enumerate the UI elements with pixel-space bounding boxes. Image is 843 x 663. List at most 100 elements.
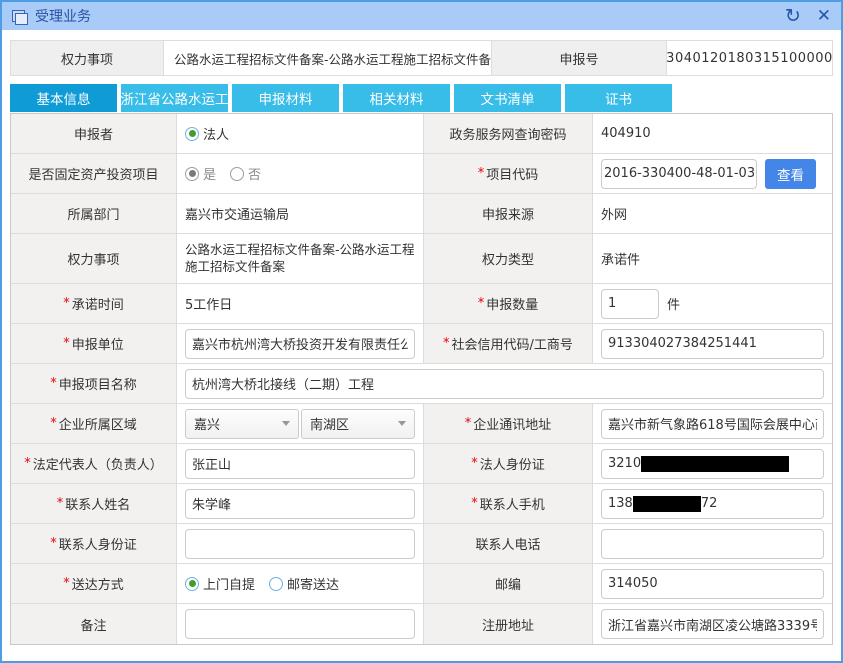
- redaction-block: [633, 496, 701, 512]
- form-row-authority-item: 权力事项 公路水运工程招标文件备案-公路水运工程施工招标文件备案 权力类型 承诺…: [11, 234, 832, 284]
- tab-related-materials[interactable]: 相关材料: [343, 84, 450, 112]
- required-asterisk: *: [57, 496, 64, 511]
- project-name-label: *申报项目名称: [11, 364, 177, 404]
- tab-document-list[interactable]: 文书清单: [454, 84, 561, 112]
- contact-mobile-prefix: 138: [608, 496, 633, 511]
- form-row-delivery: *送达方式 上门自提 邮寄送达 邮编: [11, 564, 832, 604]
- fixed-asset-radio-no[interactable]: 否: [230, 164, 261, 183]
- registered-address-input[interactable]: [601, 609, 824, 639]
- tab-zhejiang-highway-water[interactable]: 浙江省公路水运工: [121, 84, 228, 112]
- required-asterisk: *: [465, 416, 472, 431]
- contact-id-input[interactable]: [185, 529, 415, 559]
- delivery-radio-mail[interactable]: 邮寄送达: [269, 574, 339, 593]
- company-address-input[interactable]: [601, 409, 824, 439]
- form-row-contact-name: *联系人姓名 *联系人手机 138 72: [11, 484, 832, 524]
- basic-info-form: 申报者 法人 政务服务网查询密码 404910 是否固定资产投资项目: [10, 113, 833, 645]
- delivery-mail-label: 邮寄送达: [287, 574, 339, 593]
- contact-mobile-suffix: 72: [701, 496, 718, 511]
- contact-name-label: *联系人姓名: [11, 484, 177, 524]
- required-asterisk: *: [63, 296, 70, 311]
- contact-phone-label: 联系人电话: [424, 524, 593, 564]
- required-asterisk: *: [478, 296, 485, 311]
- department-value: 嘉兴市交通运输局: [177, 194, 424, 234]
- region-district-value: 南湖区: [310, 414, 349, 433]
- declare-source-label: 申报来源: [424, 194, 593, 234]
- project-code-label: *项目代码: [424, 154, 593, 194]
- radio-unselected-icon[interactable]: [269, 577, 283, 591]
- promise-time-value: 5工作日: [177, 284, 424, 324]
- declare-number-value: 330401201803151000001: [667, 41, 832, 75]
- form-row-promise-time: *承诺时间 5工作日 *申报数量 件: [11, 284, 832, 324]
- legal-id-label: *法人身份证: [424, 444, 593, 484]
- form-row-declare-unit: *申报单位 *社会信用代码/工商号: [11, 324, 832, 364]
- tab-bar: 基本信息 浙江省公路水运工 申报材料 相关材料 文书清单 证书: [10, 84, 833, 112]
- declare-count-unit: 件: [667, 294, 680, 313]
- credit-code-input[interactable]: [601, 329, 824, 359]
- declarer-label: 申报者: [11, 114, 177, 154]
- fixed-asset-no-label: 否: [248, 164, 261, 183]
- required-asterisk: *: [24, 456, 31, 471]
- form-row-remark: 备注 注册地址: [11, 604, 832, 644]
- delivery-label: *送达方式: [11, 564, 177, 604]
- close-icon[interactable]: ✕: [817, 8, 831, 25]
- department-label: 所属部门: [11, 194, 177, 234]
- authority-item-header-value: 公路水运工程招标文件备案-公路水运工程施工招标文件备案: [164, 41, 492, 75]
- remark-label: 备注: [11, 604, 177, 644]
- remark-input[interactable]: [185, 609, 415, 639]
- fixed-asset-radio-yes[interactable]: 是: [185, 164, 216, 183]
- authority-item-value: 公路水运工程招标文件备案-公路水运工程施工招标文件备案: [177, 234, 424, 284]
- delivery-radio-pickup[interactable]: 上门自提: [185, 574, 255, 593]
- radio-selected-icon[interactable]: [185, 127, 199, 141]
- required-asterisk: *: [443, 336, 450, 351]
- contact-mobile-input[interactable]: 138 72: [601, 489, 824, 519]
- form-row-project-name: *申报项目名称: [11, 364, 832, 404]
- declarer-radio-label: 法人: [203, 124, 229, 143]
- radio-selected-icon[interactable]: [185, 577, 199, 591]
- radio-disabled-unselected-icon[interactable]: [230, 167, 244, 181]
- view-button[interactable]: 查看: [765, 159, 816, 189]
- authority-item-header-label: 权力事项: [11, 41, 164, 75]
- form-row-legal-person: *法定代表人（负责人） *法人身份证 3210: [11, 444, 832, 484]
- tab-certificate[interactable]: 证书: [565, 84, 672, 112]
- project-name-input[interactable]: [185, 369, 824, 399]
- query-password-value: 404910: [593, 114, 832, 154]
- redaction-block: [641, 456, 789, 472]
- contact-id-label: *联系人身份证: [11, 524, 177, 564]
- legal-id-prefix: 3210: [608, 456, 641, 471]
- region-label: *企业所属区域: [11, 404, 177, 444]
- required-asterisk: *: [50, 416, 57, 431]
- credit-code-label: *社会信用代码/工商号: [424, 324, 593, 364]
- registered-address-label: 注册地址: [424, 604, 593, 644]
- title-bar: 受理业务 ↺ ✕: [2, 2, 841, 30]
- tab-declare-materials[interactable]: 申报材料: [232, 84, 339, 112]
- required-asterisk: *: [50, 376, 57, 391]
- legal-person-input[interactable]: [185, 449, 415, 479]
- refresh-icon[interactable]: ↺: [785, 7, 801, 26]
- tab-basic-info[interactable]: 基本信息: [10, 84, 117, 112]
- required-asterisk: *: [471, 456, 478, 471]
- declarer-radio-legal-person[interactable]: 法人: [185, 124, 229, 143]
- legal-person-label: *法定代表人（负责人）: [11, 444, 177, 484]
- contact-mobile-label: *联系人手机: [424, 484, 593, 524]
- radio-disabled-selected-icon[interactable]: [185, 167, 199, 181]
- promise-time-label: *承诺时间: [11, 284, 177, 324]
- required-asterisk: *: [63, 576, 70, 591]
- window-title: 受理业务: [35, 6, 91, 26]
- required-asterisk: *: [471, 496, 478, 511]
- region-city-value: 嘉兴: [194, 414, 220, 433]
- contact-name-input[interactable]: [185, 489, 415, 519]
- declare-count-label: *申报数量: [424, 284, 593, 324]
- form-row-region: *企业所属区域 嘉兴 南湖区 *企业通讯地址: [11, 404, 832, 444]
- region-district-select[interactable]: 南湖区: [301, 409, 415, 439]
- fixed-asset-label: 是否固定资产投资项目: [11, 154, 177, 194]
- region-city-select[interactable]: 嘉兴: [185, 409, 299, 439]
- postcode-input[interactable]: [601, 569, 824, 599]
- legal-id-input[interactable]: 3210: [601, 449, 824, 479]
- authority-item-label: 权力事项: [11, 234, 177, 284]
- contact-phone-input[interactable]: [601, 529, 824, 559]
- project-code-input[interactable]: [601, 159, 757, 189]
- declare-unit-input[interactable]: [185, 329, 415, 359]
- required-asterisk: *: [478, 166, 485, 181]
- declare-count-input[interactable]: [601, 289, 659, 319]
- header-summary-row: 权力事项 公路水运工程招标文件备案-公路水运工程施工招标文件备案 申报号 330…: [10, 40, 833, 76]
